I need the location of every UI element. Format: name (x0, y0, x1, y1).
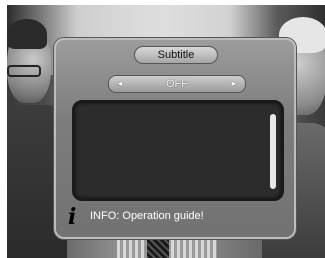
tv-screen: Subtitle ◄ OFF ► i INFO: Operation guide… (7, 5, 325, 258)
subtitle-value: OFF (166, 78, 188, 90)
dialog-title: Subtitle (134, 46, 218, 64)
chevron-left-icon[interactable]: ◄ (112, 76, 128, 92)
person-left-hair (7, 19, 47, 49)
chevron-right-icon[interactable]: ► (226, 76, 242, 92)
subtitle-dialog: Subtitle ◄ OFF ► i INFO: Operation guide… (54, 38, 296, 239)
subtitle-list-panel (72, 100, 284, 201)
info-row: i INFO: Operation guide! (68, 205, 288, 229)
glasses (7, 65, 41, 77)
info-icon: i (68, 204, 77, 230)
scrollbar[interactable] (270, 114, 276, 189)
info-text: INFO: Operation guide! (90, 210, 204, 222)
subtitle-selector[interactable]: ◄ OFF ► (108, 75, 246, 93)
